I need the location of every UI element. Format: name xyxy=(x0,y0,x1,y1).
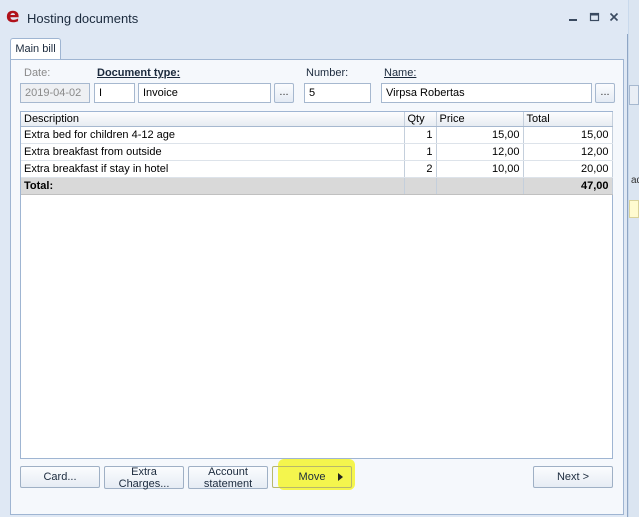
next-button[interactable]: Next > xyxy=(533,466,613,488)
row-qty: 2 xyxy=(404,160,437,178)
column-header-price[interactable]: Price xyxy=(436,112,524,127)
total-empty-qty xyxy=(404,177,437,195)
total-empty-price xyxy=(436,177,524,195)
row-description: Extra bed for children 4-12 age xyxy=(21,126,405,144)
card-button-label: Card... xyxy=(43,471,77,483)
extra-charges-button-label: Extra Charges... xyxy=(118,465,170,490)
total-row: Total: 47,00 xyxy=(21,177,613,195)
move-button-label: Move xyxy=(298,471,326,483)
minimize-icon[interactable] xyxy=(566,10,580,24)
row-price: 15,00 xyxy=(436,126,524,144)
app-logo-icon: e xyxy=(6,3,20,27)
document-type-label: Document type: xyxy=(97,67,181,79)
background-text: ad xyxy=(631,175,639,186)
row-qty: 1 xyxy=(404,126,437,144)
move-button[interactable]: Move xyxy=(272,466,352,488)
bill-items-grid[interactable]: Description Qty Price Total Extra bed fo… xyxy=(20,111,613,459)
row-price: 10,00 xyxy=(436,160,524,178)
number-label: Number: xyxy=(306,67,349,79)
next-button-label: Next > xyxy=(556,471,590,483)
restore-icon[interactable] xyxy=(587,10,601,24)
account-statement-button-label: Account statement xyxy=(203,465,253,490)
hosting-documents-window: e Hosting documents Main bill Date: Docu… xyxy=(0,0,628,517)
background-field xyxy=(629,200,639,218)
total-label: Total: xyxy=(21,177,405,195)
name-label[interactable]: Name: xyxy=(384,67,416,79)
row-qty: 1 xyxy=(404,143,437,161)
table-row[interactable]: Extra breakfast if stay in hotel 2 10,00… xyxy=(21,160,613,178)
row-price: 12,00 xyxy=(436,143,524,161)
close-icon[interactable] xyxy=(607,10,621,24)
grid-header-row: Description Qty Price Total xyxy=(21,112,613,127)
row-total: 12,00 xyxy=(523,143,613,161)
name-field[interactable]: Virpsa Robertas xyxy=(381,83,592,103)
document-type-lookup-button[interactable]: ... xyxy=(274,83,294,103)
name-lookup-button[interactable]: ... xyxy=(595,83,615,103)
date-label: Date: xyxy=(24,67,51,79)
row-description: Extra breakfast if stay in hotel xyxy=(21,160,405,178)
submenu-arrow-icon xyxy=(338,473,343,481)
column-header-total[interactable]: Total xyxy=(523,112,613,127)
document-type-code-field[interactable]: I xyxy=(94,83,135,103)
row-description: Extra breakfast from outside xyxy=(21,143,405,161)
card-button[interactable]: Card... xyxy=(20,466,100,488)
column-header-qty[interactable]: Qty xyxy=(404,112,437,127)
total-value: 47,00 xyxy=(523,177,613,195)
row-total: 15,00 xyxy=(523,126,613,144)
title-bar[interactable]: e Hosting documents xyxy=(0,0,628,34)
extra-charges-button[interactable]: Extra Charges... xyxy=(104,465,184,490)
column-header-description[interactable]: Description xyxy=(21,112,405,127)
table-row[interactable]: Extra bed for children 4-12 age 1 15,00 … xyxy=(21,126,613,144)
table-row[interactable]: Extra breakfast from outside 1 12,00 12,… xyxy=(21,143,613,161)
background-button xyxy=(629,85,639,105)
number-field[interactable]: 5 xyxy=(304,83,371,103)
window-title: Hosting documents xyxy=(27,11,139,26)
account-statement-button[interactable]: Account statement xyxy=(188,465,268,490)
background-window xyxy=(629,0,639,517)
row-total: 20,00 xyxy=(523,160,613,178)
tab-main-bill[interactable]: Main bill xyxy=(10,38,61,60)
document-type-name-field[interactable]: Invoice xyxy=(138,83,271,103)
date-field: 2019-04-02 xyxy=(20,83,90,103)
